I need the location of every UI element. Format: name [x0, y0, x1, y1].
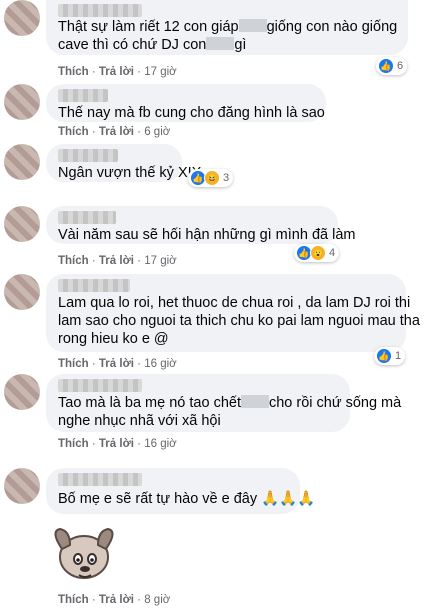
censored-blur: [240, 395, 269, 408]
timestamp[interactable]: 6 giờ: [144, 126, 170, 138]
avatar[interactable]: [4, 468, 40, 504]
comment-bubble: Lam qua lo roi, het thuoc de chua roi , …: [46, 274, 420, 352]
timestamp[interactable]: 16 giờ: [144, 358, 176, 370]
avatar[interactable]: [4, 84, 40, 120]
commenter-name[interactable]: [58, 473, 142, 486]
comment-text-line: nghe nhục nhã với xã hội: [58, 413, 221, 429]
reply-link[interactable]: Trả lời: [99, 438, 134, 450]
like-icon: 👍: [378, 58, 394, 74]
comment-bubble: Thật sự làm riết 12 con giáp giống con nà…: [46, 0, 408, 55]
avatar[interactable]: [4, 144, 40, 180]
like-link[interactable]: Thích: [58, 438, 89, 450]
comment-text-line: Thật sự làm riết 12 con giáp giống con nà…: [58, 19, 398, 35]
timestamp[interactable]: 16 giờ: [144, 438, 176, 450]
comment-text-line: cave thì có chứ DJ con gì: [58, 37, 247, 53]
haha-icon: 😆: [204, 170, 220, 186]
avatar[interactable]: [4, 374, 40, 410]
commenter-name[interactable]: [58, 89, 108, 102]
comment-actions: Thích · Trả lời · 17 giờ: [58, 255, 177, 267]
comment-text: Thế nay mà fb cung cho đăng hình là sao: [58, 105, 325, 121]
reaction-summary[interactable]: 👍 1: [374, 347, 406, 365]
like-link[interactable]: Thích: [58, 66, 89, 78]
comment-actions: Thích · Trả lời · 8 giờ: [58, 594, 171, 606]
comment-bubble: Thế nay mà fb cung cho đăng hình là sao: [46, 84, 326, 122]
commenter-name[interactable]: [58, 279, 130, 292]
reaction-summary[interactable]: 👍 6: [376, 57, 408, 75]
commenter-name[interactable]: [58, 211, 116, 224]
reply-link[interactable]: Trả lời: [99, 255, 134, 267]
timestamp[interactable]: 17 giờ: [144, 66, 176, 78]
dog-sticker: [54, 527, 114, 579]
comment-actions: Thích · Trả lời · 16 giờ: [58, 358, 177, 370]
comment-actions: Thích · Trả lời · 6 giờ: [58, 126, 171, 138]
wow-icon: 😮: [310, 245, 326, 261]
avatar[interactable]: [4, 0, 40, 36]
avatar[interactable]: [4, 206, 40, 242]
comment-actions: Thích · Trả lời · 16 giờ: [58, 438, 177, 450]
comment-text: Vài năm sau sẽ hối hận những gì mình đã …: [58, 227, 356, 243]
avatar[interactable]: [4, 274, 40, 310]
reaction-summary[interactable]: 👍 😮 4: [294, 244, 340, 262]
commenter-name[interactable]: [58, 4, 142, 17]
comment-bubble: Vài năm sau sẽ hối hận những gì mình đã …: [46, 206, 355, 244]
comment-bubble: Tao mà là ba mẹ nó tao chết cho rồi chứ s…: [46, 374, 401, 432]
timestamp[interactable]: 17 giờ: [144, 255, 176, 267]
like-link[interactable]: Thích: [58, 594, 89, 606]
censored-blur: [238, 19, 267, 32]
reply-link[interactable]: Trả lời: [99, 358, 134, 370]
reply-link[interactable]: Trả lời: [99, 126, 134, 138]
like-link[interactable]: Thích: [58, 358, 89, 370]
reply-link[interactable]: Trả lời: [99, 594, 134, 606]
comment-actions: Thích · Trả lời · 17 giờ: [58, 66, 177, 78]
comment-bubble: Ngân vượn thế kỷ XIX: [46, 144, 201, 182]
comment-text: Bố mẹ e sẽ rất tự hào về e đây 🙏🙏🙏: [58, 491, 316, 507]
comment-bubble: Bố mẹ e sẽ rất tự hào về e đây 🙏🙏🙏: [46, 468, 315, 514]
like-link[interactable]: Thích: [58, 126, 89, 138]
comment-text-line: rong hieu ko e @: [58, 331, 169, 347]
comment-text-line: Tao mà là ba mẹ nó tao chết cho rồi chứ s…: [58, 395, 402, 411]
commenter-name[interactable]: [58, 149, 118, 162]
comment-text-line: Lam qua lo roi, het thuoc de chua roi , …: [58, 295, 411, 311]
censored-blur: [206, 37, 235, 50]
like-icon: 👍: [376, 348, 392, 364]
comment-text-line: lam sao cho nguoi ta thich chu ko pai la…: [58, 313, 420, 329]
commenter-name[interactable]: [58, 379, 142, 392]
timestamp[interactable]: 8 giờ: [144, 594, 170, 606]
reply-link[interactable]: Trả lời: [99, 66, 134, 78]
reaction-summary[interactable]: 👍 😆 3: [188, 169, 234, 187]
comment-text: Ngân vượn thế kỷ XIX: [58, 165, 202, 181]
like-link[interactable]: Thích: [58, 255, 89, 267]
